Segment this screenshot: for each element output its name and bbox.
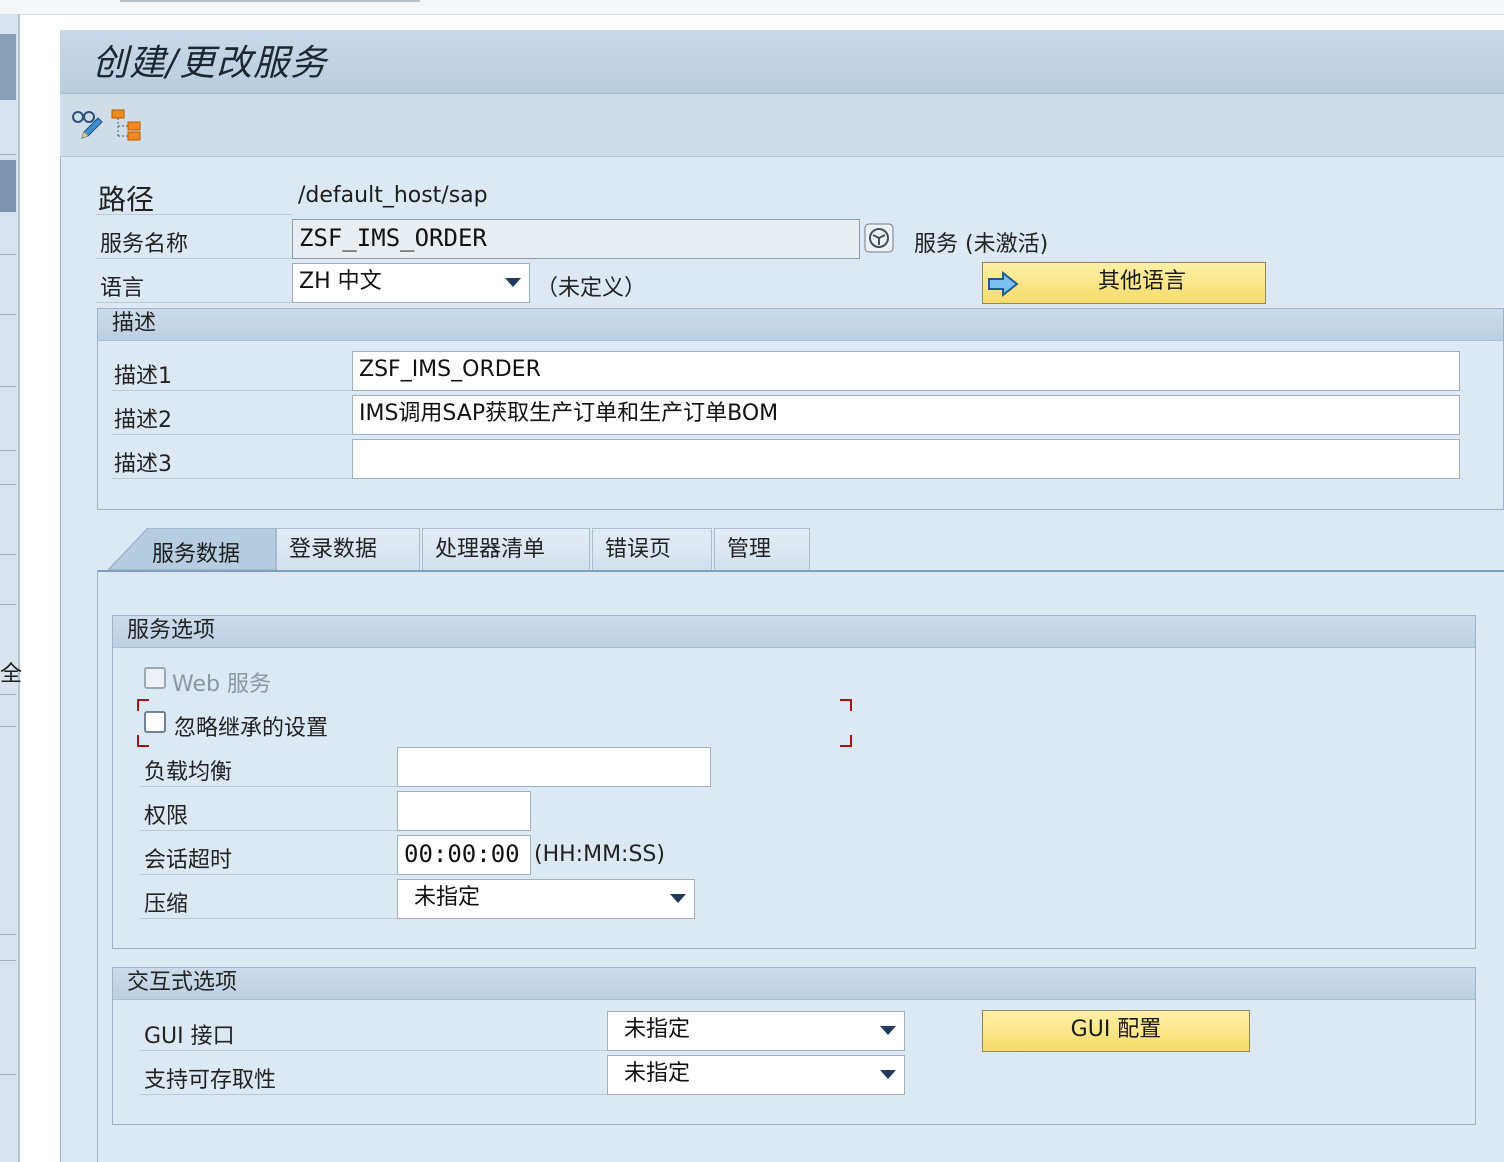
- compression-dropdown[interactable]: 未指定: [397, 879, 695, 919]
- divider: [140, 830, 397, 831]
- language-value: ZH 中文: [299, 269, 382, 294]
- desc2-field[interactable]: IMS调用SAP获取生产订单和生产订单BOM: [352, 395, 1460, 435]
- arrow-right-icon: [988, 271, 1019, 297]
- accessibility-label: 支持可存取性: [144, 1068, 277, 1093]
- tab-error-pages-label: 错误页: [605, 537, 672, 562]
- page-title: 创建/更改服务: [92, 43, 328, 84]
- side-label: 全: [0, 662, 23, 687]
- divider: [140, 1094, 607, 1095]
- ignore-inherit-label: 忽略继承的设置: [174, 716, 329, 741]
- desc3-field[interactable]: [352, 439, 1460, 479]
- web-service-checkbox[interactable]: [144, 667, 166, 689]
- display-change-icon[interactable]: [70, 108, 104, 142]
- chevron-down-icon: [880, 1026, 896, 1035]
- load-balance-field[interactable]: [397, 747, 711, 787]
- language-label: 语言: [100, 276, 145, 301]
- service-name-label: 服务名称: [100, 232, 189, 257]
- tab-handler-list-label: 处理器清单: [435, 537, 546, 562]
- application-toolbar: [60, 94, 1504, 157]
- gui-config-button[interactable]: GUI 配置: [982, 1010, 1250, 1052]
- service-name-field[interactable]: ZSF_IMS_ORDER: [292, 219, 860, 259]
- session-timeout-label: 会话超时: [144, 848, 233, 873]
- service-status: 服务 (未激活): [914, 232, 1049, 257]
- load-balance-label: 负载均衡: [144, 760, 233, 785]
- divider: [112, 434, 352, 435]
- chevron-down-icon: [880, 1070, 896, 1079]
- top-bar-tab: [120, 0, 420, 2]
- interactive-options-title: 交互式选项: [113, 968, 1475, 1000]
- compression-value: 未指定: [414, 885, 481, 910]
- chevron-down-icon: [670, 894, 686, 903]
- left-navigation-strip[interactable]: [0, 14, 20, 1162]
- service-options-group: 服务选项: [112, 615, 1476, 949]
- ignore-inherit-checkbox[interactable]: [144, 711, 166, 733]
- divider: [140, 874, 397, 875]
- web-service-label: Web 服务: [172, 672, 271, 697]
- divider: [112, 390, 352, 391]
- divider: [112, 478, 352, 479]
- gui-interface-label: GUI 接口: [144, 1024, 235, 1049]
- tab-administration[interactable]: 管理: [714, 528, 810, 570]
- auth-field[interactable]: [397, 791, 531, 831]
- desc1-label: 描述1: [114, 364, 172, 389]
- desc2-label: 描述2: [114, 408, 172, 433]
- focus-corner: [840, 699, 852, 711]
- other-language-button[interactable]: 其他语言: [982, 262, 1266, 304]
- chevron-down-icon: [505, 278, 521, 287]
- path-value: /default_host/sap: [298, 183, 488, 208]
- accessibility-dropdown[interactable]: 未指定: [607, 1055, 905, 1095]
- service-object-icon[interactable]: [864, 223, 894, 253]
- tab-logon-data[interactable]: 登录数据: [276, 528, 420, 570]
- top-bar: [0, 0, 1504, 15]
- tab-logon-data-label: 登录数据: [289, 537, 378, 562]
- divider: [96, 302, 292, 303]
- tab-handler-list[interactable]: 处理器清单: [422, 528, 590, 570]
- focus-corner: [137, 699, 149, 711]
- divider: [140, 918, 397, 919]
- session-timeout-field[interactable]: 00:00:00: [397, 835, 531, 875]
- divider: [140, 786, 397, 787]
- hierarchy-icon[interactable]: [110, 108, 144, 142]
- auth-label: 权限: [144, 804, 189, 829]
- desc1-field[interactable]: ZSF_IMS_ORDER: [352, 351, 1460, 391]
- divider: [96, 258, 292, 259]
- tab-administration-label: 管理: [727, 537, 772, 562]
- divider: [140, 1050, 607, 1051]
- description-group-title: 描述: [98, 309, 1503, 341]
- language-dropdown[interactable]: ZH 中文: [292, 263, 530, 303]
- language-note: （未定义）: [536, 276, 647, 301]
- accessibility-value: 未指定: [624, 1061, 691, 1086]
- session-timeout-format: (HH:MM:SS): [534, 842, 665, 867]
- gui-interface-dropdown[interactable]: 未指定: [607, 1011, 905, 1051]
- tab-service-data-label: 服务数据: [152, 542, 241, 567]
- gui-interface-value: 未指定: [624, 1017, 691, 1042]
- focus-corner: [840, 735, 852, 747]
- service-options-title: 服务选项: [113, 616, 1475, 648]
- desc3-label: 描述3: [114, 452, 172, 477]
- other-language-label: 其他语言: [1097, 269, 1186, 294]
- compression-label: 压缩: [144, 892, 189, 917]
- path-label: 路径: [98, 183, 155, 216]
- divider: [96, 214, 292, 215]
- focus-corner: [137, 735, 149, 747]
- tab-error-pages[interactable]: 错误页: [592, 528, 712, 570]
- tab-service-data[interactable]: 服务数据: [108, 528, 276, 570]
